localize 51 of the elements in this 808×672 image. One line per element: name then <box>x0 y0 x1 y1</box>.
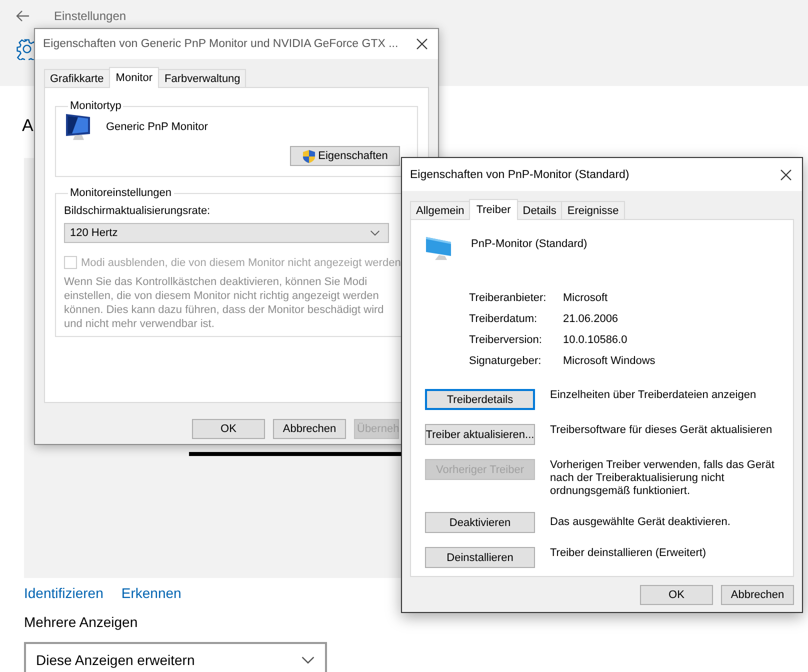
refresh-rate-dropdown[interactable]: 120 Hertz <box>64 223 389 243</box>
driver-action-button[interactable]: Treiber aktualisieren... <box>425 424 535 445</box>
warning-text: Wenn Sie das Kontrollkästchen deaktivieren, können Sie Modi einstellen, die von diesem Monitor nicht richtig angezeigt werden können. Dies kann dazu führen, dass der Monitor beschädigt wird und nicht mehr verwendbar ist. <box>64 275 385 331</box>
info-value: 21.06.2006 <box>563 313 620 325</box>
info-label: Treiberdatum: <box>469 313 538 325</box>
driver-action-button[interactable]: Deinstallieren <box>425 547 535 568</box>
properties-button[interactable]: Eigenschaften <box>290 146 400 166</box>
display-mode-dropdown[interactable]: Diese Anzeigen erweitern <box>24 642 327 672</box>
monitor-name: Generic PnP Monitor <box>106 121 208 133</box>
monitor-icon <box>425 234 453 262</box>
dialog-title: Eigenschaften von PnP-Monitor (Standard) <box>410 168 630 180</box>
action-description: Treibersoftware für dieses Gerät aktualisieren <box>550 424 774 437</box>
info-value: Microsoft <box>563 292 609 304</box>
info-value: Microsoft Windows <box>563 355 656 367</box>
info-label: Treiberversion: <box>469 334 543 346</box>
driver-action-button[interactable]: Deaktivieren <box>425 512 535 533</box>
tab[interactable]: Treiber <box>469 199 518 220</box>
page-heading: A <box>22 115 34 137</box>
device-name: PnP-Monitor (Standard) <box>471 238 588 250</box>
close-icon[interactable] <box>780 168 792 180</box>
tab[interactable]: Farbverwaltung <box>158 69 246 87</box>
back-arrow-icon[interactable] <box>16 10 30 22</box>
dialog-button[interactable]: Abbrechen <box>721 585 794 605</box>
tab[interactable]: Allgemein <box>410 201 470 219</box>
chevron-down-icon <box>301 656 315 664</box>
action-description: Einzelheiten über Treiberdateien anzeigen <box>550 389 758 402</box>
checkbox-label: Modi ausblenden, die von diesem Monitor nicht angezeigt werden <box>81 256 401 268</box>
action-description: Das ausgewählte Gerät deaktivieren. <box>550 515 732 529</box>
group-label: Monitoreinstellungen <box>69 187 173 199</box>
monitor-icon <box>64 112 92 142</box>
action-description: Treiber deinstallieren (Erweitert) <box>550 547 708 560</box>
tab[interactable]: Grafikkarte <box>44 69 110 87</box>
group-label: Monitortyp <box>69 100 122 112</box>
tab[interactable]: Ereignisse <box>561 201 625 219</box>
shield-icon <box>302 148 316 164</box>
window-title: Einstellungen <box>54 9 126 23</box>
section-label: Mehrere Anzeigen <box>24 614 139 632</box>
link[interactable]: Identifizieren <box>24 585 104 601</box>
close-icon[interactable] <box>416 38 428 50</box>
info-value: 10.0.10586.0 <box>563 334 628 346</box>
info-label: Treiberanbieter: <box>469 292 548 304</box>
driver-action-button[interactable]: Treiberdetails <box>425 389 535 410</box>
dialog-title: Eigenschaften von Generic PnP Monitor und NVIDIA GeForce GTX ... <box>43 38 398 50</box>
dialog-button[interactable]: Abbrechen <box>273 419 346 439</box>
dialog-button[interactable]: OK <box>640 585 713 605</box>
link[interactable]: Erkennen <box>121 585 182 601</box>
action-description: Vorherigen Treiber verwenden, falls das Gerät nach der Treiberaktualisierung nicht ordnungsgemäß funktioniert. <box>550 459 776 498</box>
info-label: Signaturgeber: <box>469 355 542 367</box>
tab[interactable]: Monitor <box>108 67 160 88</box>
chevron-down-icon <box>370 230 380 236</box>
dialog-button[interactable]: OK <box>192 419 265 439</box>
